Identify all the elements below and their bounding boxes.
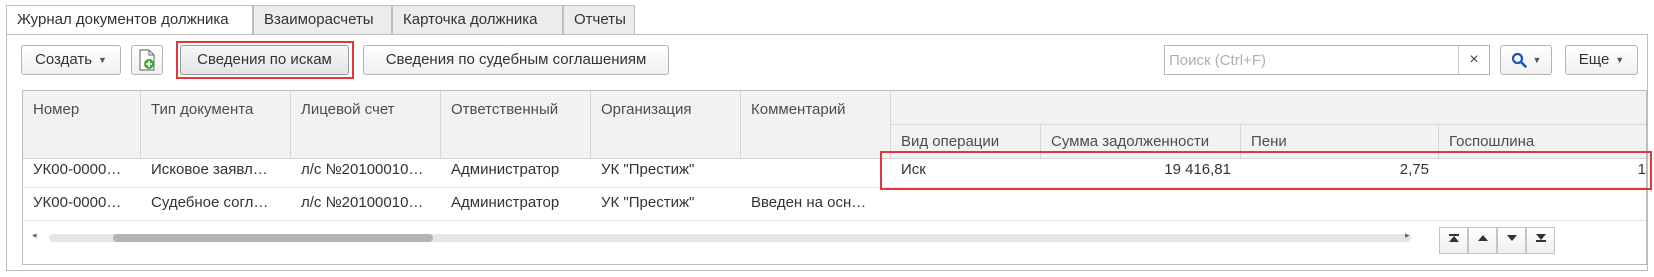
tab-label: Карточка должника bbox=[403, 11, 538, 28]
clear-search-button[interactable]: × bbox=[1458, 46, 1489, 74]
cell-organization: УК "Престиж" bbox=[601, 161, 695, 178]
column-header-label: Организация bbox=[601, 101, 692, 118]
tab-debtor-card[interactable]: Карточка должника bbox=[392, 5, 563, 35]
tab-label: Отчеты bbox=[574, 11, 626, 28]
go-down-button[interactable] bbox=[1497, 227, 1526, 254]
column-header-label: Пени bbox=[1251, 133, 1287, 150]
column-header-label: Госпошлина bbox=[1449, 133, 1535, 150]
tab-settlements[interactable]: Взаиморасчеты bbox=[253, 5, 392, 35]
column-header-number[interactable]: Номер bbox=[23, 91, 141, 159]
chevron-down-icon: ▼ bbox=[1532, 55, 1542, 66]
create-button-label: Создать bbox=[35, 51, 93, 68]
column-header-label: Лицевой счет bbox=[301, 101, 395, 118]
cell-doc-type: Судебное согл… bbox=[151, 194, 269, 211]
arrow-down-icon bbox=[1506, 235, 1517, 241]
add-document-icon bbox=[139, 49, 155, 71]
column-header-organization[interactable]: Организация bbox=[591, 91, 741, 159]
arrow-up-icon bbox=[1477, 235, 1488, 241]
column-header-label: Вид операции bbox=[901, 133, 1000, 150]
tab-label: Взаиморасчеты bbox=[264, 11, 374, 28]
tab-reports[interactable]: Отчеты bbox=[563, 5, 635, 35]
chevron-down-icon: ▼ bbox=[98, 55, 107, 66]
cell-responsible: Администратор bbox=[451, 161, 560, 178]
more-button[interactable]: Еще ▼ bbox=[1565, 45, 1638, 75]
scrollbar-thumb[interactable] bbox=[113, 234, 433, 242]
cell-account: л/с №20100010… bbox=[301, 194, 424, 211]
column-header-label: Комментарий bbox=[751, 101, 846, 118]
scroll-left-icon[interactable]: ◂ bbox=[32, 230, 37, 241]
go-last-button[interactable] bbox=[1526, 227, 1555, 254]
magnifier-icon bbox=[1511, 52, 1527, 68]
cell-number: УК00-0000… bbox=[33, 161, 122, 178]
column-header-account[interactable]: Лицевой счет bbox=[291, 91, 441, 159]
column-header-label: Сумма задолженности bbox=[1051, 133, 1210, 150]
column-header-responsible[interactable]: Ответственный bbox=[441, 91, 591, 159]
column-header-comment[interactable]: Комментарий bbox=[741, 91, 891, 159]
column-header-label: Ответственный bbox=[451, 101, 559, 118]
search-button[interactable]: ▼ bbox=[1500, 45, 1552, 75]
claims-info-highlight bbox=[176, 41, 354, 79]
first-row-icon bbox=[1448, 234, 1459, 242]
go-first-button[interactable] bbox=[1439, 227, 1468, 254]
cell-organization: УК "Престиж" bbox=[601, 194, 695, 211]
column-group-header bbox=[891, 91, 1646, 125]
cell-doc-type: Исковое заявл… bbox=[151, 161, 268, 178]
cell-comment bbox=[741, 154, 891, 187]
search-input[interactable] bbox=[1165, 46, 1463, 74]
cell-responsible: Администратор bbox=[451, 194, 560, 211]
column-header-label: Номер bbox=[33, 101, 80, 118]
court-agreements-info-button[interactable]: Сведения по судебным соглашениям bbox=[363, 45, 669, 75]
row-divider bbox=[23, 220, 1646, 221]
search-field[interactable]: × bbox=[1164, 45, 1490, 75]
close-icon: × bbox=[1469, 51, 1479, 68]
tab-label: Журнал документов должника bbox=[17, 11, 229, 28]
tab-debtor-documents-journal[interactable]: Журнал документов должника bbox=[6, 5, 253, 36]
add-document-button[interactable] bbox=[131, 45, 163, 75]
cell-number: УК00-0000… bbox=[33, 194, 122, 211]
horizontal-scrollbar[interactable]: ◂ ▸ bbox=[23, 223, 1428, 253]
last-row-icon bbox=[1535, 234, 1546, 242]
court-agreements-info-label: Сведения по судебным соглашениям bbox=[385, 51, 647, 68]
cell-account: л/с №20100010… bbox=[301, 161, 424, 178]
column-header-doc-type[interactable]: Тип документа bbox=[141, 91, 291, 159]
go-up-button[interactable] bbox=[1468, 227, 1497, 254]
create-button[interactable]: Создать ▼ bbox=[21, 45, 121, 75]
scroll-right-icon[interactable]: ▸ bbox=[1405, 230, 1410, 241]
column-header-label: Тип документа bbox=[151, 101, 254, 118]
claim-values-highlight bbox=[880, 151, 1652, 190]
cell-comment: Введен на осн… bbox=[751, 194, 867, 211]
chevron-down-icon: ▼ bbox=[1615, 55, 1625, 66]
more-button-label: Еще bbox=[1578, 51, 1610, 68]
